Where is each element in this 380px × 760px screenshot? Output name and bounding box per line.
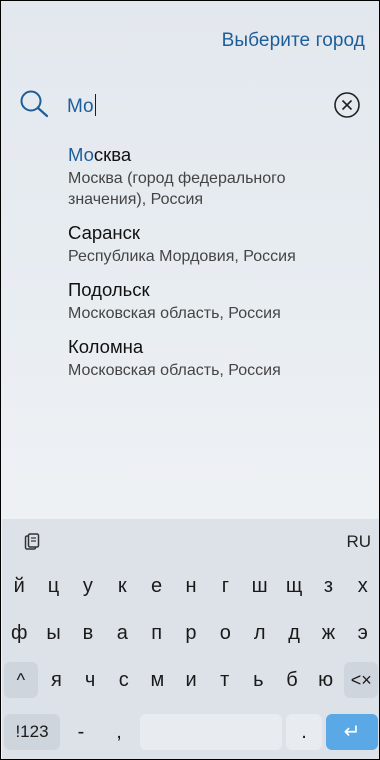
keyboard-row-4: !123 - , . ↵ [2, 713, 379, 751]
text-caret [94, 94, 97, 116]
choose-city-link[interactable]: Выберите город [222, 30, 365, 52]
key[interactable]: е [139, 567, 173, 605]
result-subtitle: Республика Мордовия, Россия [68, 248, 296, 265]
key[interactable]: т [208, 661, 242, 699]
result-title-rest: сква [93, 144, 132, 165]
key[interactable]: х [346, 567, 379, 605]
key[interactable]: с [107, 661, 141, 699]
key[interactable]: ь [241, 661, 275, 699]
result-subtitle: Московская область, Россия [68, 305, 281, 322]
result-title: Подольск [68, 279, 150, 300]
key[interactable]: я [40, 661, 74, 699]
search-row: Мо [19, 89, 369, 123]
result-subtitle: Московская область, Россия [68, 362, 281, 379]
search-query: Мо [67, 96, 94, 117]
key[interactable]: в [71, 614, 105, 652]
result-title-match: Мо [68, 144, 94, 165]
key[interactable]: э [346, 614, 379, 652]
key[interactable]: б [275, 661, 309, 699]
space-key[interactable] [140, 714, 282, 750]
key[interactable]: о [208, 614, 242, 652]
dot-key[interactable]: . [286, 714, 322, 750]
language-switch[interactable]: RU [346, 532, 371, 552]
keyboard-row-3: ^ я ч с м и т ь б ю <× [2, 661, 379, 699]
key[interactable]: д [277, 614, 311, 652]
key[interactable]: у [71, 567, 105, 605]
key[interactable]: а [105, 614, 139, 652]
keyboard-row-2: ф ы в а п р о л д ж э [2, 614, 379, 652]
key[interactable]: щ [277, 567, 311, 605]
key[interactable]: ц [36, 567, 70, 605]
key[interactable]: з [311, 567, 345, 605]
key[interactable]: л [243, 614, 277, 652]
result-title: Коломна [68, 336, 144, 357]
key[interactable]: ш [243, 567, 277, 605]
key[interactable]: к [105, 567, 139, 605]
key[interactable]: м [141, 661, 175, 699]
key[interactable]: г [208, 567, 242, 605]
search-icon [20, 90, 49, 118]
key[interactable]: п [139, 614, 173, 652]
symbols-key[interactable]: !123 [4, 714, 60, 750]
result-item[interactable]: Москва Москва (город федерального значен… [68, 144, 368, 210]
keyboard-toolbar: RU [2, 519, 379, 563]
key[interactable]: ж [311, 614, 345, 652]
result-item[interactable]: Подольск Московская область, Россия [68, 279, 368, 324]
key[interactable]: ы [36, 614, 70, 652]
backspace-key[interactable]: <× [344, 662, 379, 698]
clear-icon[interactable] [333, 91, 361, 119]
result-subtitle: Москва (город федерального значения), Ро… [68, 170, 286, 208]
key[interactable]: р [174, 614, 208, 652]
result-title: Саранск [68, 222, 140, 243]
key[interactable]: и [174, 661, 208, 699]
key[interactable]: н [174, 567, 208, 605]
results-list: Москва Москва (город федерального значен… [68, 144, 368, 393]
comma-key[interactable]: , [102, 714, 136, 750]
result-title: Москва [68, 144, 368, 166]
screen: Выберите город Мо Москва Москва (город ф… [0, 0, 380, 760]
result-item[interactable]: Коломна Московская область, Россия [68, 336, 368, 381]
dash-key[interactable]: - [64, 714, 98, 750]
key[interactable]: ф [2, 614, 36, 652]
key[interactable]: ч [73, 661, 107, 699]
key[interactable]: й [2, 567, 36, 605]
shift-key[interactable]: ^ [4, 662, 38, 698]
search-input[interactable]: Мо [67, 94, 97, 118]
clipboard-icon[interactable] [24, 533, 40, 551]
key[interactable]: ю [309, 661, 343, 699]
keyboard-row-1: й ц у к е н г ш щ з х [2, 567, 379, 605]
result-item[interactable]: Саранск Республика Мордовия, Россия [68, 222, 368, 267]
keyboard: RU й ц у к е н г ш щ з х ф ы в а п р о л… [2, 519, 379, 759]
enter-key[interactable]: ↵ [326, 714, 378, 750]
